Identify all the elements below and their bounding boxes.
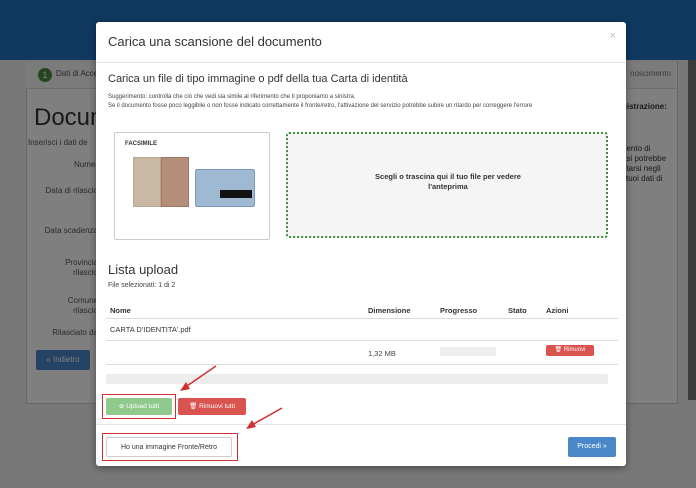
modal-footer: Ho una immagine Fronte/Retro Procedi » <box>96 424 626 467</box>
remove-all-button[interactable]: 🗑 Rimuovi tutti <box>178 398 246 415</box>
table-divider <box>106 340 618 341</box>
remove-all-label: Rimuovi tutti <box>199 403 235 410</box>
front-back-image-button[interactable]: Ho una immagine Fronte/Retro <box>106 437 232 457</box>
facsimile-paper-id-image <box>133 157 161 207</box>
upload-all-button[interactable]: ⊕ Upload tutti <box>106 398 172 415</box>
facsimile-card-id-image <box>195 169 255 207</box>
table-divider <box>106 318 618 319</box>
redacted-strip <box>220 190 252 198</box>
proceed-button[interactable]: Procedi » <box>568 437 616 457</box>
column-header-progress: Progresso <box>440 306 478 315</box>
hint-line: Suggerimento: controlla che ciò che vedi… <box>108 94 356 100</box>
modal-header: Carica una scansione del documento × <box>96 22 626 63</box>
trash-icon: 🗑 <box>189 403 198 410</box>
hint-line: Se il documento fosse poco leggibile o n… <box>108 103 533 109</box>
facsimile-paper-id-image <box>161 157 189 207</box>
close-icon[interactable]: × <box>610 30 616 42</box>
facsimile-label: FACSIMILE <box>125 141 158 147</box>
dropzone-text: Scegli o trascina qui il tuo file per ve… <box>375 172 521 191</box>
circle-upload-icon: ⊕ <box>118 403 125 410</box>
column-header-status: Stato <box>508 306 527 315</box>
file-progress-bar <box>440 347 496 356</box>
file-size: 1,32 MB <box>368 349 396 358</box>
upload-heading: Carica un file di tipo immagine o pdf de… <box>108 73 408 85</box>
facsimile-preview: FACSIMILE <box>114 132 270 240</box>
remove-file-label: Rimuovi <box>563 347 586 353</box>
upload-all-label: Upload tutti <box>126 403 160 410</box>
upload-list-title: Lista upload <box>108 262 179 277</box>
remove-file-button[interactable]: 🗑 Rimuovi <box>546 345 594 356</box>
file-name: CARTA D'IDENTITA'.pdf <box>110 325 191 334</box>
file-dropzone[interactable]: Scegli o trascina qui il tuo file per ve… <box>286 132 608 238</box>
total-progress-bar <box>106 374 608 384</box>
column-header-actions: Azioni <box>546 306 569 315</box>
trash-icon: 🗑 <box>554 347 563 353</box>
column-header-size: Dimensione <box>368 306 411 315</box>
table-divider <box>106 364 618 365</box>
upload-modal: Carica una scansione del documento × Car… <box>96 22 626 466</box>
column-header-name: Nome <box>110 306 131 315</box>
files-selected-count: File selezionati: 1 di 2 <box>108 282 176 289</box>
modal-title: Carica una scansione del documento <box>108 34 322 49</box>
